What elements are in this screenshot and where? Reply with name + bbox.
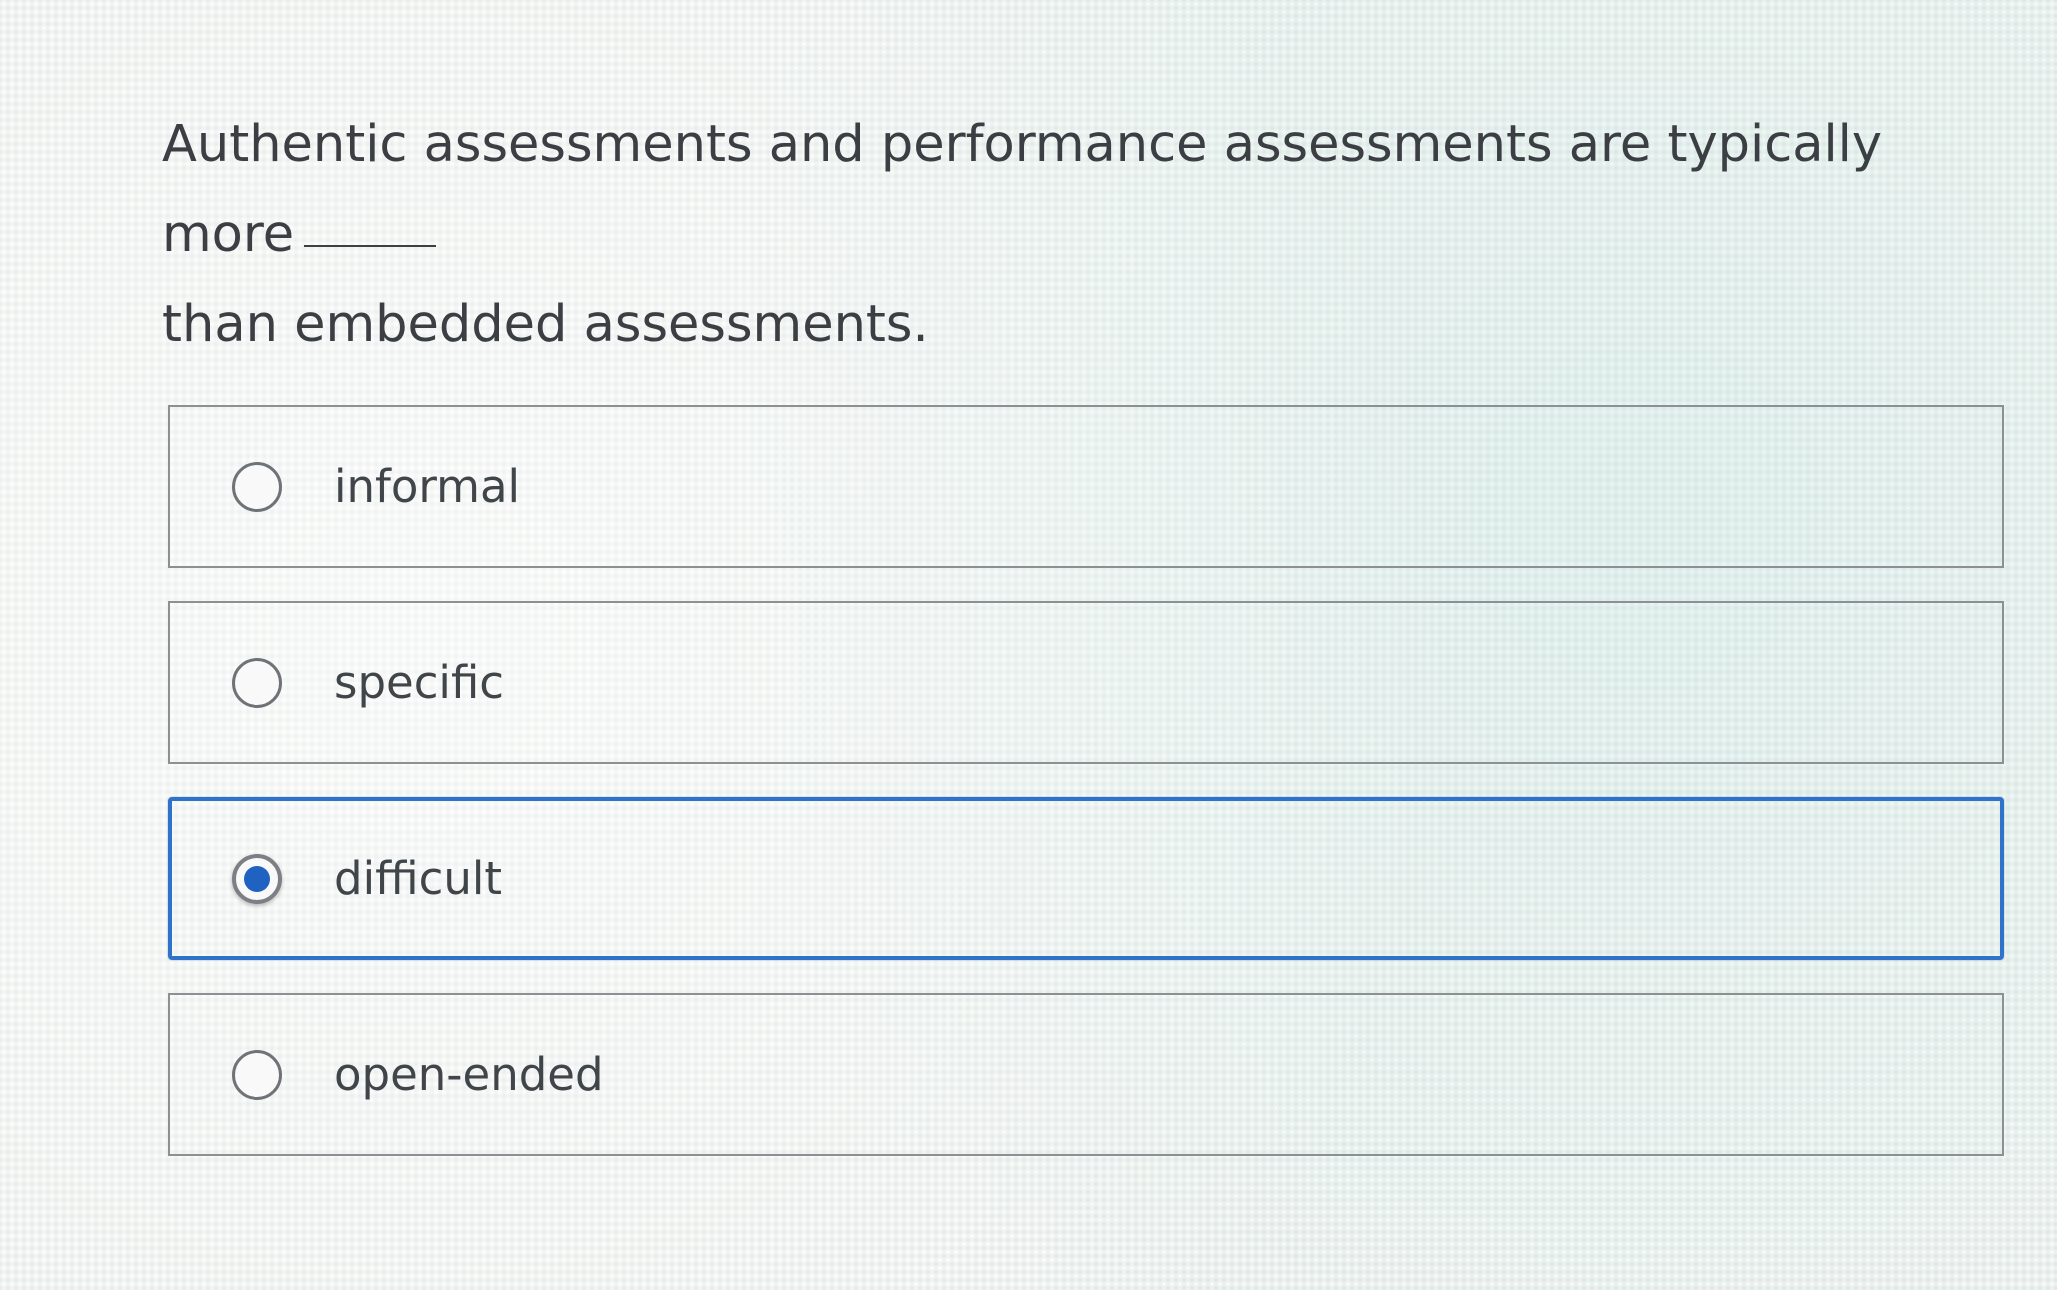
answer-blank <box>304 245 437 247</box>
option-open-ended[interactable]: open-ended <box>168 993 2004 1156</box>
question-line-2: than embedded assessments. <box>162 295 929 354</box>
option-informal[interactable]: informal <box>168 405 2004 568</box>
question-text: Authentic assessments and performance as… <box>162 100 2002 370</box>
option-label: difficult <box>334 852 502 905</box>
option-specific[interactable]: specific <box>168 601 2004 764</box>
option-label: open-ended <box>334 1048 604 1101</box>
answer-options: informal specific difficult open-ended <box>168 405 2004 1189</box>
radio-button-selected-icon[interactable] <box>232 853 282 904</box>
radio-dot-icon <box>244 865 270 892</box>
option-label: specific <box>334 656 505 709</box>
radio-button-unselected-icon[interactable] <box>232 461 282 512</box>
radio-button-unselected-icon[interactable] <box>232 1049 282 1100</box>
question-line-1: Authentic assessments and performance as… <box>162 115 1883 264</box>
option-difficult[interactable]: difficult <box>168 797 2004 960</box>
option-label: informal <box>334 460 521 513</box>
radio-button-unselected-icon[interactable] <box>232 657 282 708</box>
